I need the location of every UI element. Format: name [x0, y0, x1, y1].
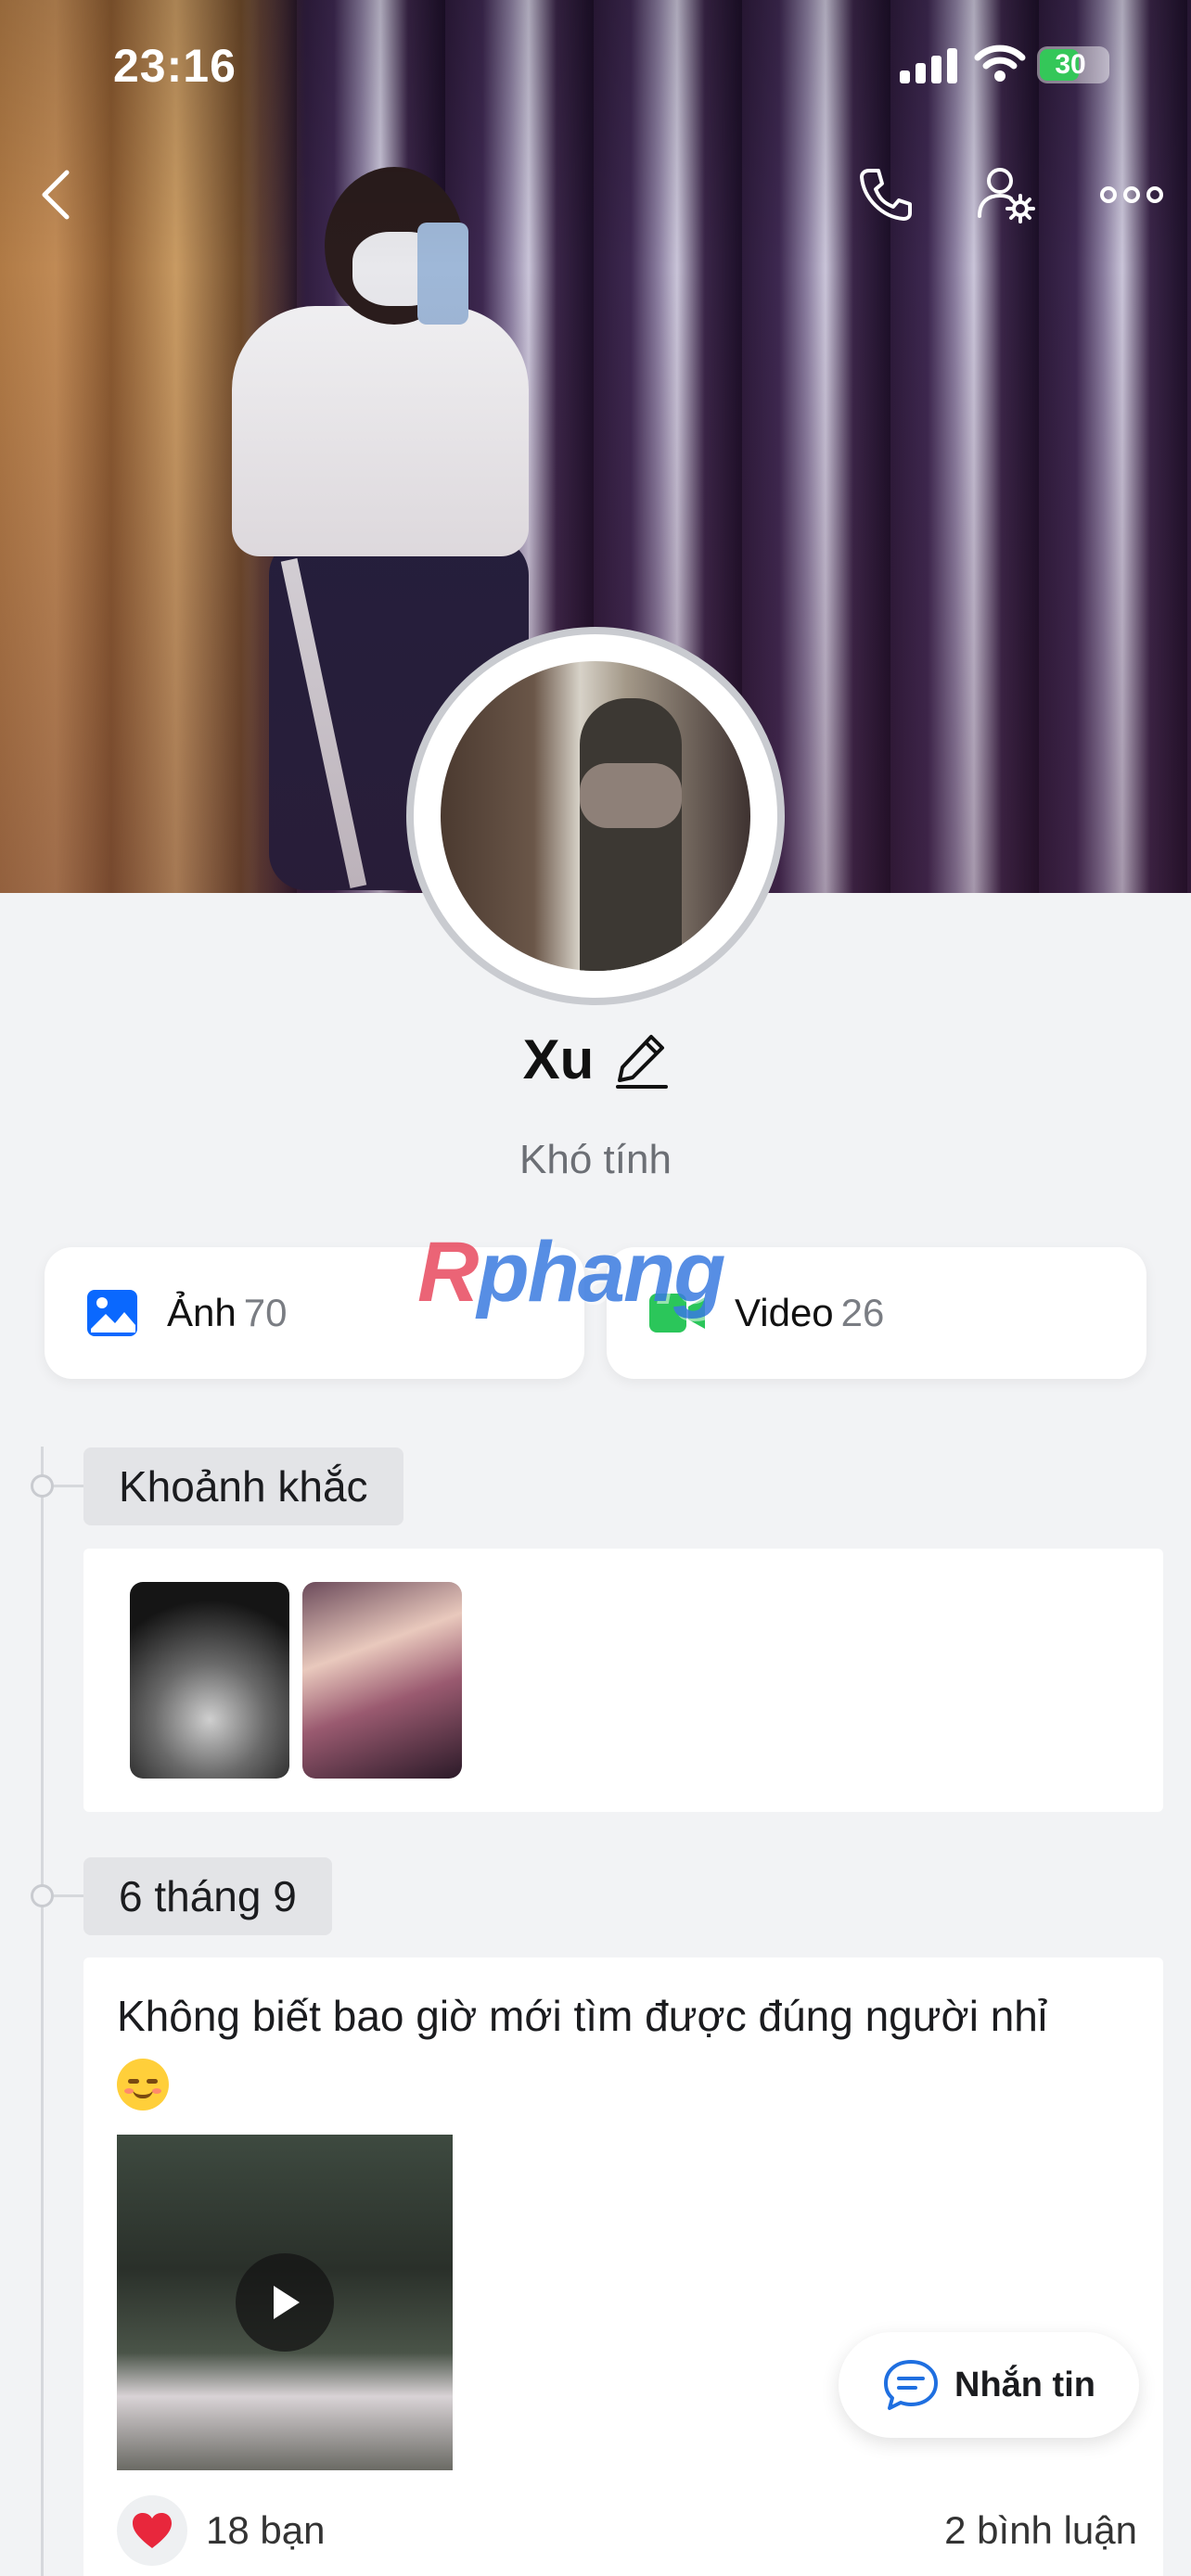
- play-icon[interactable]: [236, 2253, 334, 2352]
- back-button[interactable]: [19, 158, 93, 232]
- post-reactions: 18 bạn 2 bình luận: [117, 2493, 1137, 2568]
- profile-settings-button[interactable]: [965, 153, 1048, 236]
- moments-panel: [83, 1549, 1163, 1812]
- comments-count[interactable]: 2 bình luận: [944, 2508, 1137, 2553]
- timeline-dot: [31, 1474, 54, 1498]
- post-video-thumbnail[interactable]: [117, 2135, 453, 2470]
- edit-pencil-icon[interactable]: [614, 1031, 669, 1089]
- smiling-face-emoji-icon: [117, 2058, 169, 2111]
- moment-thumbnail[interactable]: [302, 1582, 462, 1779]
- moment-thumbnail[interactable]: [130, 1582, 289, 1779]
- more-options-button[interactable]: [1085, 153, 1178, 236]
- battery-indicator: 30: [1037, 46, 1109, 83]
- post-date-label: 6 tháng 9: [83, 1857, 332, 1935]
- videos-count: 26: [840, 1291, 885, 1334]
- post-card[interactable]: Không biết bao giờ mới tìm được đúng ngư…: [83, 1958, 1163, 2576]
- avatar[interactable]: [406, 627, 785, 1005]
- image-icon: [87, 1290, 137, 1336]
- videos-label: Video: [735, 1291, 834, 1334]
- likes-count[interactable]: 18 bạn: [206, 2508, 325, 2553]
- profile-bio: Khó tính: [519, 1137, 672, 1182]
- watermark-logo: Rphang: [417, 1225, 725, 1320]
- photos-count: 70: [243, 1291, 288, 1334]
- send-message-button[interactable]: Nhắn tin: [839, 2332, 1139, 2438]
- status-bar: 23:16 30: [0, 0, 1191, 130]
- heart-icon: [133, 2513, 172, 2548]
- timeline-line: [41, 1447, 44, 2576]
- chevron-left-icon: [42, 170, 70, 220]
- timeline-dot: [31, 1884, 54, 1907]
- status-time: 23:16: [113, 40, 237, 92]
- wifi-icon: [974, 45, 1026, 82]
- profile-name: Xu: [522, 1028, 595, 1090]
- photos-label: Ảnh: [167, 1291, 237, 1334]
- phone-icon: [860, 169, 912, 221]
- avatar-image: [441, 661, 750, 971]
- post-text: Không biết bao giờ mới tìm được đúng ngư…: [117, 1983, 1119, 2113]
- moments-section-label: Khoảnh khắc: [83, 1447, 403, 1525]
- user-settings-icon: [978, 168, 1035, 223]
- battery-level: 30: [1055, 49, 1086, 80]
- chat-bubble-icon: [884, 2360, 938, 2410]
- profile-name-row: Xu: [0, 1027, 1191, 1091]
- call-button[interactable]: [844, 153, 928, 236]
- send-message-label: Nhắn tin: [954, 2365, 1095, 2404]
- like-button[interactable]: [117, 2495, 187, 2566]
- cellular-signal-icon: [900, 48, 959, 83]
- more-horizontal-icon: [1100, 186, 1163, 203]
